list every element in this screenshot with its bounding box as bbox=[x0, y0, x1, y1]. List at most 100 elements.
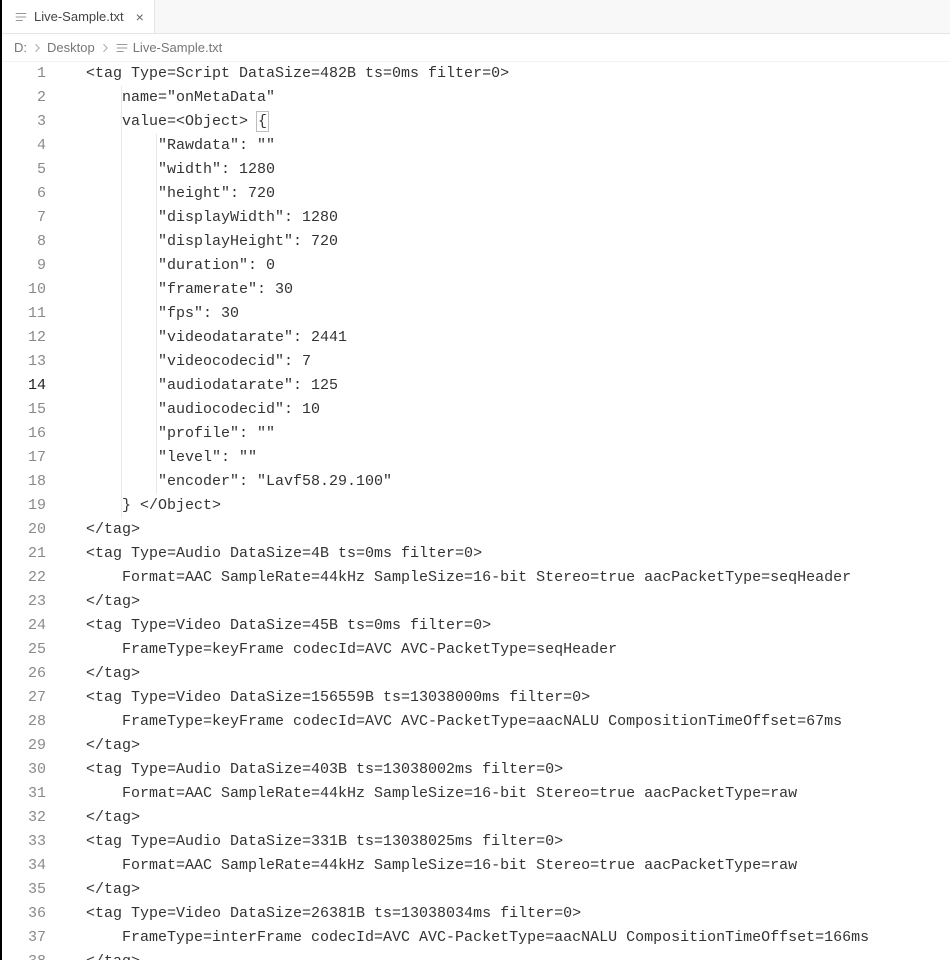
code-line[interactable]: 3 value=<Object> { bbox=[2, 110, 869, 134]
code-line[interactable]: 1<tag Type=Script DataSize=482B ts=0ms f… bbox=[2, 62, 869, 86]
line-text[interactable]: "displayWidth": 1280 bbox=[64, 206, 338, 230]
line-number: 5 bbox=[2, 158, 64, 182]
line-text[interactable]: value=<Object> { bbox=[64, 110, 268, 134]
code-line[interactable]: 28 FrameType=keyFrame codecId=AVC AVC-Pa… bbox=[2, 710, 869, 734]
line-text[interactable]: "audiocodecid": 10 bbox=[64, 398, 320, 422]
code-line[interactable]: 25 FrameType=keyFrame codecId=AVC AVC-Pa… bbox=[2, 638, 869, 662]
line-number: 6 bbox=[2, 182, 64, 206]
code-line[interactable]: 34 Format=AAC SampleRate=44kHz SampleSiz… bbox=[2, 854, 869, 878]
tab-live-sample[interactable]: Live-Sample.txt × bbox=[2, 0, 155, 33]
line-text[interactable]: name="onMetaData" bbox=[64, 86, 275, 110]
code-line[interactable]: 10 "framerate": 30 bbox=[2, 278, 869, 302]
line-number: 1 bbox=[2, 62, 64, 86]
code-line[interactable]: 33<tag Type=Audio DataSize=331B ts=13038… bbox=[2, 830, 869, 854]
line-text[interactable]: "fps": 30 bbox=[64, 302, 239, 326]
breadcrumb-item[interactable]: Desktop bbox=[47, 40, 95, 55]
line-number: 36 bbox=[2, 902, 64, 926]
line-number: 12 bbox=[2, 326, 64, 350]
line-text[interactable]: <tag Type=Video DataSize=45B ts=0ms filt… bbox=[64, 614, 491, 638]
code-line[interactable]: 27<tag Type=Video DataSize=156559B ts=13… bbox=[2, 686, 869, 710]
line-text[interactable]: FrameType=interFrame codecId=AVC AVC-Pac… bbox=[64, 926, 869, 950]
code-line[interactable]: 19 } </Object> bbox=[2, 494, 869, 518]
code-line[interactable]: 20</tag> bbox=[2, 518, 869, 542]
line-text[interactable]: "videodatarate": 2441 bbox=[64, 326, 347, 350]
line-text[interactable]: FrameType=keyFrame codecId=AVC AVC-Packe… bbox=[64, 710, 842, 734]
line-text[interactable]: <tag Type=Video DataSize=156559B ts=1303… bbox=[64, 686, 590, 710]
line-number: 29 bbox=[2, 734, 64, 758]
code-line[interactable]: 17 "level": "" bbox=[2, 446, 869, 470]
chevron-right-icon bbox=[99, 42, 111, 54]
line-text[interactable]: "audiodatarate": 125 bbox=[64, 374, 338, 398]
code-line[interactable]: 32</tag> bbox=[2, 806, 869, 830]
line-text[interactable]: </tag> bbox=[64, 590, 140, 614]
code-line[interactable]: 24<tag Type=Video DataSize=45B ts=0ms fi… bbox=[2, 614, 869, 638]
code-line[interactable]: 35</tag> bbox=[2, 878, 869, 902]
line-text[interactable]: Format=AAC SampleRate=44kHz SampleSize=1… bbox=[64, 854, 797, 878]
line-text[interactable]: <tag Type=Script DataSize=482B ts=0ms fi… bbox=[64, 62, 509, 86]
line-text[interactable]: Format=AAC SampleRate=44kHz SampleSize=1… bbox=[64, 782, 797, 806]
line-number: 37 bbox=[2, 926, 64, 950]
breadcrumb-item[interactable]: D: bbox=[14, 40, 27, 55]
line-text[interactable]: <tag Type=Video DataSize=26381B ts=13038… bbox=[64, 902, 581, 926]
code-line[interactable]: 16 "profile": "" bbox=[2, 422, 869, 446]
line-text[interactable]: </tag> bbox=[64, 878, 140, 902]
code-line[interactable]: 29</tag> bbox=[2, 734, 869, 758]
line-text[interactable]: "framerate": 30 bbox=[64, 278, 293, 302]
line-number: 2 bbox=[2, 86, 64, 110]
line-text[interactable]: FrameType=keyFrame codecId=AVC AVC-Packe… bbox=[64, 638, 617, 662]
code-line[interactable]: 5 "width": 1280 bbox=[2, 158, 869, 182]
line-text[interactable]: "height": 720 bbox=[64, 182, 275, 206]
file-icon bbox=[14, 10, 28, 24]
line-text[interactable]: </tag> bbox=[64, 518, 140, 542]
line-text[interactable]: "encoder": "Lavf58.29.100" bbox=[64, 470, 392, 494]
line-text[interactable]: </tag> bbox=[64, 662, 140, 686]
code-line[interactable]: 26</tag> bbox=[2, 662, 869, 686]
code-line[interactable]: 13 "videocodecid": 7 bbox=[2, 350, 869, 374]
breadcrumb-item[interactable]: Live-Sample.txt bbox=[133, 40, 223, 55]
code-line[interactable]: 36<tag Type=Video DataSize=26381B ts=130… bbox=[2, 902, 869, 926]
line-text[interactable]: </tag> bbox=[64, 950, 140, 960]
line-number: 21 bbox=[2, 542, 64, 566]
line-text[interactable]: } </Object> bbox=[64, 494, 221, 518]
code-line[interactable]: 22 Format=AAC SampleRate=44kHz SampleSiz… bbox=[2, 566, 869, 590]
line-number: 23 bbox=[2, 590, 64, 614]
line-text[interactable]: "profile": "" bbox=[64, 422, 275, 446]
line-text[interactable]: <tag Type=Audio DataSize=4B ts=0ms filte… bbox=[64, 542, 482, 566]
line-text[interactable]: "level": "" bbox=[64, 446, 257, 470]
code-line[interactable]: 12 "videodatarate": 2441 bbox=[2, 326, 869, 350]
code-line[interactable]: 23</tag> bbox=[2, 590, 869, 614]
line-text[interactable]: "Rawdata": "" bbox=[64, 134, 275, 158]
close-icon[interactable]: × bbox=[136, 10, 144, 24]
line-text[interactable]: "displayHeight": 720 bbox=[64, 230, 338, 254]
code-line[interactable]: 14 "audiodatarate": 125 bbox=[2, 374, 869, 398]
code-line[interactable]: 7 "displayWidth": 1280 bbox=[2, 206, 869, 230]
line-text[interactable]: <tag Type=Audio DataSize=331B ts=1303802… bbox=[64, 830, 563, 854]
code-line[interactable]: 21<tag Type=Audio DataSize=4B ts=0ms fil… bbox=[2, 542, 869, 566]
code-line[interactable]: 38</tag> bbox=[2, 950, 869, 960]
line-text[interactable]: "duration": 0 bbox=[64, 254, 275, 278]
code-line[interactable]: 30<tag Type=Audio DataSize=403B ts=13038… bbox=[2, 758, 869, 782]
line-text[interactable]: </tag> bbox=[64, 806, 140, 830]
line-text[interactable]: Format=AAC SampleRate=44kHz SampleSize=1… bbox=[64, 566, 851, 590]
code-line[interactable]: 11 "fps": 30 bbox=[2, 302, 869, 326]
line-text[interactable]: </tag> bbox=[64, 734, 140, 758]
line-number: 15 bbox=[2, 398, 64, 422]
line-number: 31 bbox=[2, 782, 64, 806]
line-text[interactable]: <tag Type=Audio DataSize=403B ts=1303800… bbox=[64, 758, 563, 782]
file-icon bbox=[115, 41, 129, 55]
code-line[interactable]: 9 "duration": 0 bbox=[2, 254, 869, 278]
code-line[interactable]: 6 "height": 720 bbox=[2, 182, 869, 206]
line-number: 28 bbox=[2, 710, 64, 734]
code-line[interactable]: 2 name="onMetaData" bbox=[2, 86, 869, 110]
line-text[interactable]: "videocodecid": 7 bbox=[64, 350, 311, 374]
code-lines[interactable]: 1<tag Type=Script DataSize=482B ts=0ms f… bbox=[2, 62, 869, 960]
line-text[interactable]: "width": 1280 bbox=[64, 158, 275, 182]
code-line[interactable]: 18 "encoder": "Lavf58.29.100" bbox=[2, 470, 869, 494]
code-line[interactable]: 37 FrameType=interFrame codecId=AVC AVC-… bbox=[2, 926, 869, 950]
code-line[interactable]: 4 "Rawdata": "" bbox=[2, 134, 869, 158]
code-line[interactable]: 15 "audiocodecid": 10 bbox=[2, 398, 869, 422]
code-line[interactable]: 8 "displayHeight": 720 bbox=[2, 230, 869, 254]
line-number: 38 bbox=[2, 950, 64, 960]
editor-body[interactable]: 1<tag Type=Script DataSize=482B ts=0ms f… bbox=[2, 62, 950, 960]
code-line[interactable]: 31 Format=AAC SampleRate=44kHz SampleSiz… bbox=[2, 782, 869, 806]
